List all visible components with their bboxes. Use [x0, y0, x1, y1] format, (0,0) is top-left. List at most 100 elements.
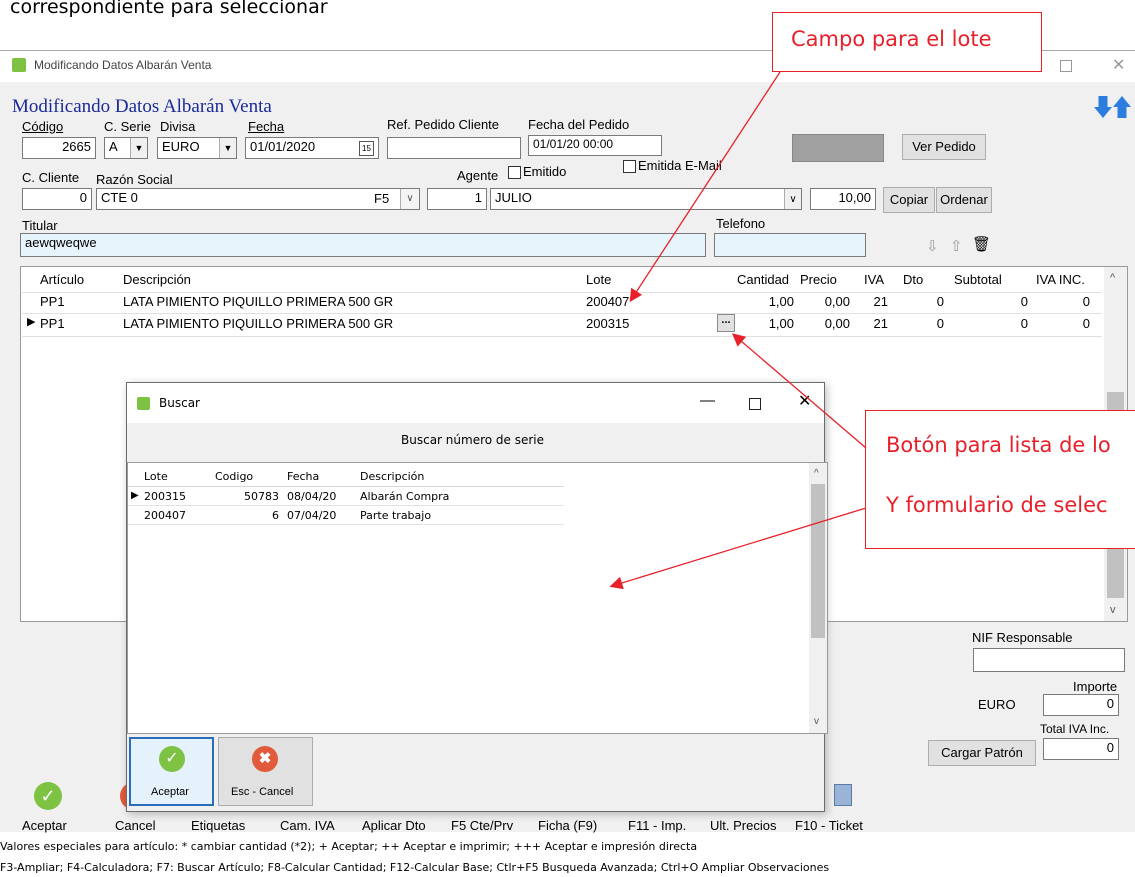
dialog-scroll-down-icon[interactable]: v — [814, 716, 819, 727]
emitido-checkbox[interactable] — [508, 166, 521, 179]
col-iva-inc[interactable]: IVA INC. — [1036, 272, 1085, 287]
toolbar-ticket[interactable]: F10 - Ticket — [795, 818, 863, 833]
close-icon[interactable]: ✕ — [1112, 55, 1125, 75]
telefono-field[interactable] — [714, 233, 866, 257]
titular-label: Titular — [22, 218, 58, 233]
row1-lote[interactable]: 200407 — [586, 294, 629, 309]
serie-select[interactable]: A ▼ — [104, 137, 148, 159]
dialog-col-fecha[interactable]: Fecha — [287, 470, 319, 483]
dialog-scroll-up-icon[interactable]: ^ — [814, 468, 819, 479]
col-subtotal[interactable]: Subtotal — [954, 272, 1002, 287]
nif-field[interactable] — [973, 648, 1125, 672]
serie-label: C. Serie — [104, 119, 151, 134]
dialog-close-icon[interactable]: ✕ — [798, 391, 811, 411]
divisa-select[interactable]: EURO ▼ — [157, 137, 237, 159]
calendar-icon[interactable]: 15 — [359, 141, 374, 156]
move-down-icon[interactable]: ⇩ — [926, 237, 939, 255]
agent-value-field[interactable]: 10,00 — [810, 188, 876, 210]
row1-cantidad: 1,00 — [768, 294, 794, 309]
toolbar-cte-prv[interactable]: F5 Cte/Prv — [451, 818, 513, 833]
cargar-patron-button[interactable]: Cargar Patrón — [928, 740, 1036, 766]
nif-label: NIF Responsable — [972, 630, 1073, 645]
chevron-down-icon[interactable]: ∨ — [784, 189, 801, 209]
fecha-field[interactable]: 01/01/2020 15 — [245, 137, 379, 159]
toolbar-cancel[interactable]: Cancel — [115, 818, 155, 833]
emitido-label: Emitido — [523, 164, 567, 179]
razon-field[interactable]: CTE 0 — [96, 188, 420, 210]
cliente-label: C. Cliente — [22, 170, 80, 185]
list-item[interactable] — [128, 487, 564, 506]
dialog-minimize-icon[interactable]: — — [700, 392, 715, 409]
col-dto[interactable]: Dto — [903, 272, 923, 287]
importe-field[interactable]: 0 — [1043, 694, 1119, 716]
dialog-current-row-icon: ▶ — [131, 490, 139, 501]
dialog-col-lote[interactable]: Lote — [144, 470, 168, 483]
maximize-icon[interactable] — [1060, 60, 1072, 72]
color-indicator — [792, 134, 884, 162]
row2-dto: 0 — [936, 316, 944, 331]
chevron-down-icon[interactable]: ▼ — [130, 138, 147, 158]
col-articulo[interactable]: Artículo — [40, 272, 84, 287]
codigo-field[interactable]: 2665 — [22, 137, 96, 159]
window-title: Modificando Datos Albarán Venta — [34, 58, 212, 72]
toolbar-cam-iva[interactable]: Cam. IVA — [280, 818, 335, 833]
dialog-row2-lote: 200407 — [144, 509, 186, 522]
razon-dropdown[interactable]: ∨ — [400, 189, 419, 209]
caption-text: correspondiente para seleccionar — [10, 0, 328, 18]
col-lote[interactable]: Lote — [586, 272, 611, 287]
titular-field[interactable]: aewqweqwe — [20, 233, 706, 257]
agente-select[interactable]: JULIO ∨ — [490, 188, 802, 210]
agente-code-field[interactable]: 1 — [427, 188, 487, 210]
ver-pedido-button[interactable]: Ver Pedido — [902, 134, 986, 160]
dialog-row2-codigo: 6 — [272, 509, 279, 522]
f5-label: F5 — [374, 191, 390, 206]
move-up-icon[interactable]: ⇧ — [950, 237, 963, 255]
ref-field[interactable] — [387, 137, 521, 159]
emitida-email-checkbox[interactable] — [623, 160, 636, 173]
cliente-field[interactable]: 0 — [22, 188, 92, 210]
divisa-label: Divisa — [160, 119, 196, 134]
list-item[interactable] — [128, 506, 564, 525]
dialog-col-descripcion[interactable]: Descripción — [360, 470, 424, 483]
dialog-app-icon — [137, 397, 150, 410]
fecha-pedido-field[interactable]: 01/01/20 00:00 — [528, 135, 662, 156]
trash-icon[interactable]: 🗑 — [972, 235, 991, 253]
fecha-label: Fecha — [248, 119, 285, 134]
toolbar-ult-precios[interactable]: Ult. Precios — [710, 818, 776, 833]
dialog-row2-fecha: 07/04/20 — [287, 509, 337, 522]
accept-icon[interactable]: ✓ — [34, 782, 62, 810]
toolbar-imprimir[interactable]: F11 - Imp. — [628, 818, 686, 833]
toolbar-ficha[interactable]: Ficha (F9) — [538, 818, 597, 833]
col-iva[interactable]: IVA — [864, 272, 884, 287]
serie-value: A — [109, 139, 118, 154]
toolbar-etiquetas[interactable]: Etiquetas — [191, 818, 245, 833]
dialog-maximize-icon[interactable] — [749, 398, 761, 410]
col-descripcion[interactable]: Descripción — [123, 272, 191, 287]
ordenar-button[interactable]: Ordenar — [936, 187, 992, 213]
total-field[interactable]: 0 — [1043, 738, 1119, 760]
scroll-up-icon[interactable]: ^ — [1110, 272, 1115, 284]
accept-check-icon: ✓ — [159, 746, 185, 772]
codigo-label: Código — [22, 119, 64, 134]
dialog-scroll-thumb[interactable] — [811, 484, 825, 638]
lote-list-button[interactable]: ... — [717, 314, 735, 332]
dialog-row1-lote: 200315 — [144, 490, 186, 503]
row2-lote[interactable]: 200315 — [586, 316, 629, 331]
dialog-row1-fecha: 08/04/20 — [287, 490, 337, 503]
dialog-col-codigo[interactable]: Codigo — [215, 470, 253, 483]
row1-articulo: PP1 — [40, 294, 65, 309]
app-icon — [12, 58, 26, 72]
scroll-down-icon[interactable]: v — [1110, 604, 1116, 616]
toolbar-aplicar-dto[interactable]: Aplicar Dto — [362, 818, 426, 833]
agente-name: JULIO — [495, 190, 532, 205]
toolbar-aceptar[interactable]: Aceptar — [22, 818, 67, 833]
dialog-accept-label: Aceptar — [151, 786, 189, 798]
col-cantidad[interactable]: Cantidad — [737, 272, 789, 287]
chevron-down-icon[interactable]: ▼ — [219, 138, 236, 158]
printer-icon[interactable] — [834, 784, 852, 806]
col-precio[interactable]: Precio — [800, 272, 837, 287]
dialog-cancel-label: Esc - Cancel — [231, 786, 294, 798]
form-heading: Modificando Datos Albarán Venta — [12, 96, 272, 117]
copiar-button[interactable]: Copiar — [883, 187, 935, 213]
dialog-title: Buscar — [159, 396, 200, 410]
